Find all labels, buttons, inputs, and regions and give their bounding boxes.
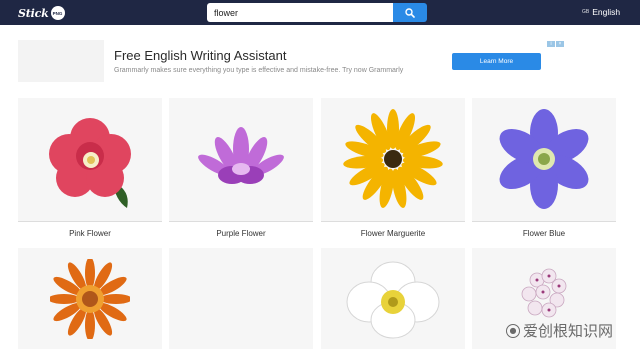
ad-description: Grammarly makes sure everything you type…	[114, 67, 404, 74]
site-logo[interactable]: Stick PNG	[18, 5, 65, 21]
image-card[interactable]: Purple Flower	[169, 98, 313, 244]
watermark-logo-icon: ●	[506, 323, 520, 338]
ad-close-icon[interactable]: ×	[556, 41, 564, 47]
image-card[interactable]: Flower Blue	[472, 98, 616, 244]
yellow-daisy-image[interactable]	[321, 98, 465, 220]
lang-flag-icon: GB	[582, 9, 590, 15]
ad-controls: i ×	[547, 41, 564, 47]
lang-label: English	[592, 7, 621, 17]
card-caption[interactable]: Flower Marguerite	[321, 222, 465, 244]
card-caption[interactable]: Pink Flower	[18, 222, 162, 244]
purple-lotus-image[interactable]	[169, 98, 313, 220]
top-navbar: Stick PNG GB English	[0, 0, 640, 25]
language-selector[interactable]: GB English	[582, 7, 620, 17]
search-icon	[405, 7, 415, 18]
image-card[interactable]: Flower Marguerite	[321, 98, 465, 244]
image-card[interactable]	[169, 248, 313, 349]
search-bar	[207, 3, 427, 22]
white-poppy-image[interactable]	[321, 248, 465, 349]
logo-badge: PNG	[50, 6, 65, 20]
card-caption[interactable]: Purple Flower	[169, 222, 313, 244]
ad-info-icon[interactable]: i	[547, 41, 555, 47]
ad-learn-more-button[interactable]: Learn More	[452, 53, 541, 70]
ad-title: Free English Writing Assistant	[114, 48, 287, 63]
ad-content[interactable]: Free English Writing Assistant Grammarly…	[104, 40, 548, 82]
blue-anemone-image[interactable]	[472, 98, 616, 220]
pink-flower-image[interactable]	[18, 98, 162, 220]
image-card[interactable]: Pink Flower	[18, 98, 162, 244]
search-input[interactable]	[207, 3, 393, 22]
watermark-text: 爱创根知识网	[523, 322, 614, 340]
image-card[interactable]	[18, 248, 162, 349]
site-watermark: ● 爱创根知识网	[506, 320, 613, 341]
orange-strawflower-image[interactable]	[18, 248, 162, 349]
search-button[interactable]	[393, 3, 427, 22]
image-card[interactable]	[321, 248, 465, 349]
logo-text: Stick	[18, 6, 49, 20]
ad-banner: Free English Writing Assistant Grammarly…	[18, 40, 564, 82]
card-caption[interactable]: Flower Blue	[472, 222, 616, 244]
blank-image[interactable]	[169, 248, 313, 349]
